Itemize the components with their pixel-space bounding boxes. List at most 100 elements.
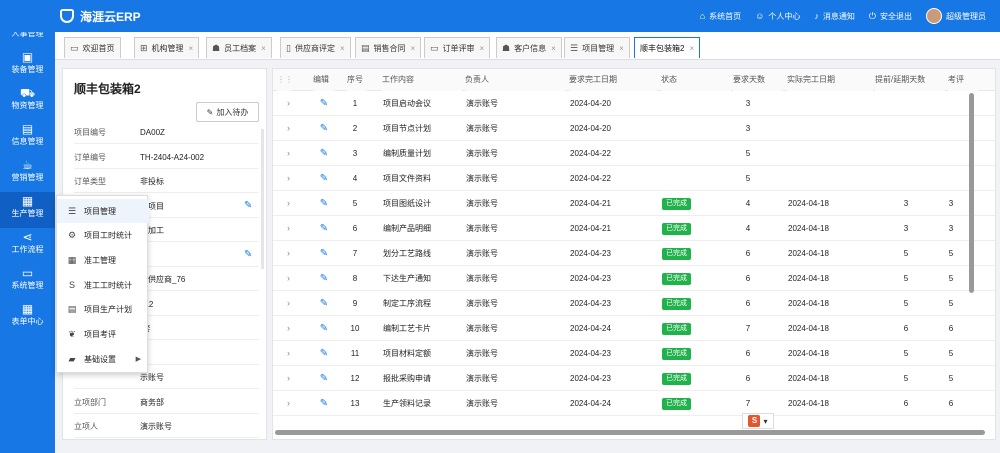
column-header[interactable]: 提前/延期天数 bbox=[875, 69, 945, 91]
table-row[interactable]: › ✎ 11 项目材料定额 演示账号 2024-04-23 已完成 6 2024-04-18 5 5 bbox=[273, 341, 995, 366]
menu-item-5[interactable]: ▤ 项目生产计划 bbox=[57, 298, 149, 322]
status-label: 已完成 bbox=[662, 397, 691, 410]
close-icon[interactable]: × bbox=[411, 44, 416, 53]
table-row[interactable]: › ✎ 6 编制产品明细 演示账号 2024-04-21 已完成 4 2024-04-18 3 3 bbox=[273, 216, 995, 241]
edit-icon[interactable]: ✎ bbox=[317, 366, 331, 391]
expand-arrow-icon[interactable]: › bbox=[287, 316, 297, 341]
edit-icon[interactable]: ✎ bbox=[317, 341, 331, 366]
edit-icon[interactable]: ✎ bbox=[317, 116, 331, 141]
expand-arrow-icon[interactable]: › bbox=[287, 266, 297, 291]
column-header[interactable]: 要求完工日期 bbox=[569, 69, 657, 91]
column-header[interactable]: 工作内容 bbox=[382, 69, 462, 91]
edit-icon[interactable]: ✎ bbox=[317, 191, 331, 216]
column-header[interactable]: 状态 bbox=[661, 69, 731, 91]
app-logo[interactable]: 海涯云ERP bbox=[60, 8, 141, 25]
close-icon[interactable]: × bbox=[189, 44, 194, 53]
table-row[interactable]: › ✎ 12 报批采购申请 演示账号 2024-04-23 已完成 6 2024-04-18 5 5 bbox=[273, 366, 995, 391]
tab-6[interactable]: ▭ 订单评审 × bbox=[424, 37, 491, 58]
menu-item-4[interactable]: S 准工工时统计 bbox=[57, 273, 149, 297]
sidebar-item-table[interactable]: ▦ 表单中心 bbox=[0, 300, 55, 336]
column-header[interactable]: 要求天数 bbox=[733, 69, 783, 91]
edit-icon[interactable]: ✎ bbox=[317, 266, 331, 291]
column-header[interactable]: 负责人 bbox=[465, 69, 565, 91]
edit-icon[interactable]: ✎ bbox=[244, 249, 252, 260]
table-row[interactable]: › ✎ 3 编制质量计划 演示账号 2024-04-22 5 bbox=[273, 141, 995, 166]
delay-days: 3 bbox=[903, 199, 909, 208]
table-row[interactable]: › ✎ 1 项目启动会议 演示账号 2024-04-20 3 bbox=[273, 91, 995, 116]
add-todo-button[interactable]: ✎ 加入待办 bbox=[196, 102, 259, 122]
close-icon[interactable]: × bbox=[689, 44, 694, 53]
sidebar-item-briefcase[interactable]: ▤ 信息管理 bbox=[0, 120, 55, 156]
sidebar-item-monitor[interactable]: ▭ 系统管理 bbox=[0, 264, 55, 300]
menu-item-7[interactable]: ▰ 基础设置 ▶ bbox=[57, 347, 149, 371]
menu-item-3[interactable]: ▦ 准工管理 bbox=[57, 248, 149, 272]
tab-5[interactable]: ▤ 销售合同 × bbox=[355, 37, 422, 58]
expand-arrow-icon[interactable]: › bbox=[287, 291, 297, 316]
table-row[interactable]: › ✎ 8 下达生产通知 演示账号 2024-04-23 已完成 6 2024-04-18 5 5 bbox=[273, 266, 995, 291]
table-row[interactable]: › ✎ 13 生产领料记录 演示账号 2024-04-24 已完成 7 2024-04-18 6 6 bbox=[273, 391, 995, 416]
expand-arrow-icon[interactable]: › bbox=[287, 116, 297, 141]
panel-scrollbar[interactable] bbox=[261, 129, 264, 269]
expand-arrow-icon[interactable]: › bbox=[287, 341, 297, 366]
column-header[interactable]: 编辑 bbox=[313, 69, 335, 91]
field-label: 订单编号 bbox=[74, 152, 106, 162]
tab-8[interactable]: ☰ 项目管理 × bbox=[564, 37, 630, 58]
expand-arrow-icon[interactable]: › bbox=[287, 191, 297, 216]
close-icon[interactable]: × bbox=[340, 44, 345, 53]
edit-icon[interactable]: ✎ bbox=[317, 291, 331, 316]
sidebar-item-share[interactable]: ⋖ 工作流程 bbox=[0, 228, 55, 264]
expand-arrow-icon[interactable]: › bbox=[287, 91, 297, 116]
menu-item-6[interactable]: ❦ 项目考评 bbox=[57, 323, 149, 347]
sidebar-item-equipment[interactable]: ▣ 装备管理 bbox=[0, 48, 55, 84]
table-vertical-scrollbar[interactable] bbox=[969, 93, 974, 293]
sidebar-item-calendar[interactable]: ▦ 生产管理 bbox=[0, 192, 55, 228]
topnav-bell[interactable]: ♪ 消息通知 bbox=[814, 11, 855, 22]
close-icon[interactable]: × bbox=[480, 44, 485, 53]
menu-item-1[interactable]: ☰ 项目管理 bbox=[57, 199, 149, 223]
tab-1[interactable]: ▭ 欢迎首页 bbox=[64, 37, 121, 58]
edit-icon[interactable]: ✎ bbox=[317, 316, 331, 341]
topnav-user[interactable]: ☺ 个人中心 bbox=[755, 11, 800, 22]
user-menu[interactable]: 超级管理员 bbox=[926, 8, 986, 24]
close-icon[interactable]: × bbox=[551, 44, 556, 53]
expand-arrow-icon[interactable]: › bbox=[287, 166, 297, 191]
expand-arrow-icon[interactable]: › bbox=[287, 391, 297, 416]
sidebar-item-cup[interactable]: ☕ 营销管理 bbox=[0, 156, 55, 192]
edit-icon[interactable]: ✎ bbox=[317, 241, 331, 266]
tab-4[interactable]: ▯ 供应商评定 × bbox=[280, 37, 351, 58]
tab-9[interactable]: 顺丰包装箱2 × bbox=[634, 37, 701, 58]
column-header[interactable]: 考评 bbox=[948, 69, 978, 91]
close-icon[interactable]: × bbox=[261, 44, 266, 53]
menu-item-2[interactable]: ⚙ 项目工时统计 bbox=[57, 224, 149, 248]
topnav-power[interactable]: ⏻ 安全退出 bbox=[869, 11, 912, 22]
expand-arrow-icon[interactable]: › bbox=[287, 216, 297, 241]
expand-arrow-icon[interactable]: › bbox=[287, 141, 297, 166]
table-row[interactable]: › ✎ 10 编制工艺卡片 演示账号 2024-04-24 已完成 7 2024-04-18 6 6 bbox=[273, 316, 995, 341]
tab-7[interactable]: ☗ 客户信息 × bbox=[496, 37, 562, 58]
edit-icon[interactable]: ✎ bbox=[317, 216, 331, 241]
column-drag-handle[interactable]: ⋮⋮ bbox=[277, 69, 293, 91]
close-icon[interactable]: × bbox=[619, 44, 624, 53]
column-header[interactable]: 序号 bbox=[347, 69, 367, 91]
input-method-widget[interactable]: S ▾ bbox=[742, 413, 774, 429]
edit-icon[interactable]: ✎ bbox=[317, 166, 331, 191]
table-row[interactable]: › ✎ 2 项目节点计划 演示账号 2024-04-20 3 bbox=[273, 116, 995, 141]
topnav-home[interactable]: ⌂ 系统首页 bbox=[700, 11, 741, 22]
status-badge: 已完成 bbox=[662, 191, 722, 216]
edit-icon[interactable]: ✎ bbox=[317, 141, 331, 166]
actual-date bbox=[788, 91, 874, 116]
sidebar-item-cart[interactable]: ⛟ 物资管理 bbox=[0, 84, 55, 120]
table-row[interactable]: › ✎ 9 制定工序流程 演示账号 2024-04-23 已完成 6 2024-04-18 5 5 bbox=[273, 291, 995, 316]
tab-2[interactable]: ⊞ 机构管理 × bbox=[134, 37, 200, 58]
column-header[interactable]: 实际完工日期 bbox=[787, 69, 873, 91]
table-row[interactable]: › ✎ 7 划分工艺路线 演示账号 2024-04-23 已完成 6 2024-04-18 5 5 bbox=[273, 241, 995, 266]
table-horizontal-scrollbar[interactable] bbox=[275, 430, 985, 435]
edit-icon[interactable]: ✎ bbox=[244, 200, 252, 211]
tab-3[interactable]: ☗ 员工档案 × bbox=[206, 37, 272, 58]
edit-icon[interactable]: ✎ bbox=[317, 391, 331, 416]
expand-arrow-icon[interactable]: › bbox=[287, 366, 297, 391]
table-row[interactable]: › ✎ 5 项目图纸设计 演示账号 2024-04-21 已完成 4 2024-04-18 3 3 bbox=[273, 191, 995, 216]
table-row[interactable]: › ✎ 4 项目文件资料 演示账号 2024-04-22 5 bbox=[273, 166, 995, 191]
expand-arrow-icon[interactable]: › bbox=[287, 241, 297, 266]
edit-icon[interactable]: ✎ bbox=[317, 91, 331, 116]
